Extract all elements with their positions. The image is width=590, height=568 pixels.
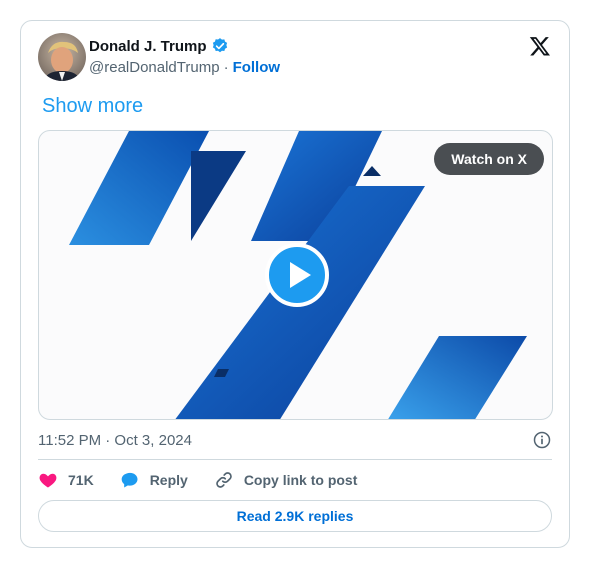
reply-bubble-icon <box>121 472 138 488</box>
link-icon <box>216 472 232 488</box>
verified-badge-icon <box>211 37 229 55</box>
post-timestamp[interactable]: 11:52 PM · Oct 3, 2024 <box>38 432 192 449</box>
read-replies-button[interactable]: Read 2.9K replies <box>38 500 552 532</box>
author-avatar[interactable] <box>38 33 86 81</box>
copy-link-label: Copy link to post <box>243 472 358 488</box>
author-name-row: Donald J. Trump <box>89 37 229 55</box>
copy-link-button[interactable]: Copy link to post <box>214 470 358 490</box>
author-handle-row: @realDonaldTrump · Follow <box>89 59 280 76</box>
divider <box>38 459 552 460</box>
watch-on-x-button[interactable]: Watch on X <box>434 143 544 175</box>
reply-button[interactable]: Reply <box>120 470 188 490</box>
like-count: 71K <box>68 472 94 488</box>
tweet-embed-card: Donald J. Trump @realDonaldTrump · Follo… <box>20 20 570 548</box>
timestamp-row: 11:52 PM · Oct 3, 2024 <box>38 430 552 450</box>
heart-icon <box>39 473 57 488</box>
play-icon[interactable] <box>264 242 330 308</box>
reply-label: Reply <box>149 472 188 488</box>
author-handle[interactable]: @realDonaldTrump <box>89 59 220 76</box>
x-logo-icon[interactable] <box>529 35 551 57</box>
video-media[interactable]: Watch on X <box>38 130 553 420</box>
handle-separator: · <box>223 59 229 76</box>
action-bar: 71K Reply Copy link to post <box>38 469 383 491</box>
author-name[interactable]: Donald J. Trump <box>89 38 207 55</box>
show-more-link[interactable]: Show more <box>42 95 143 118</box>
info-icon[interactable] <box>532 430 552 450</box>
follow-button[interactable]: Follow <box>233 59 281 76</box>
like-button[interactable]: 71K <box>38 470 94 490</box>
